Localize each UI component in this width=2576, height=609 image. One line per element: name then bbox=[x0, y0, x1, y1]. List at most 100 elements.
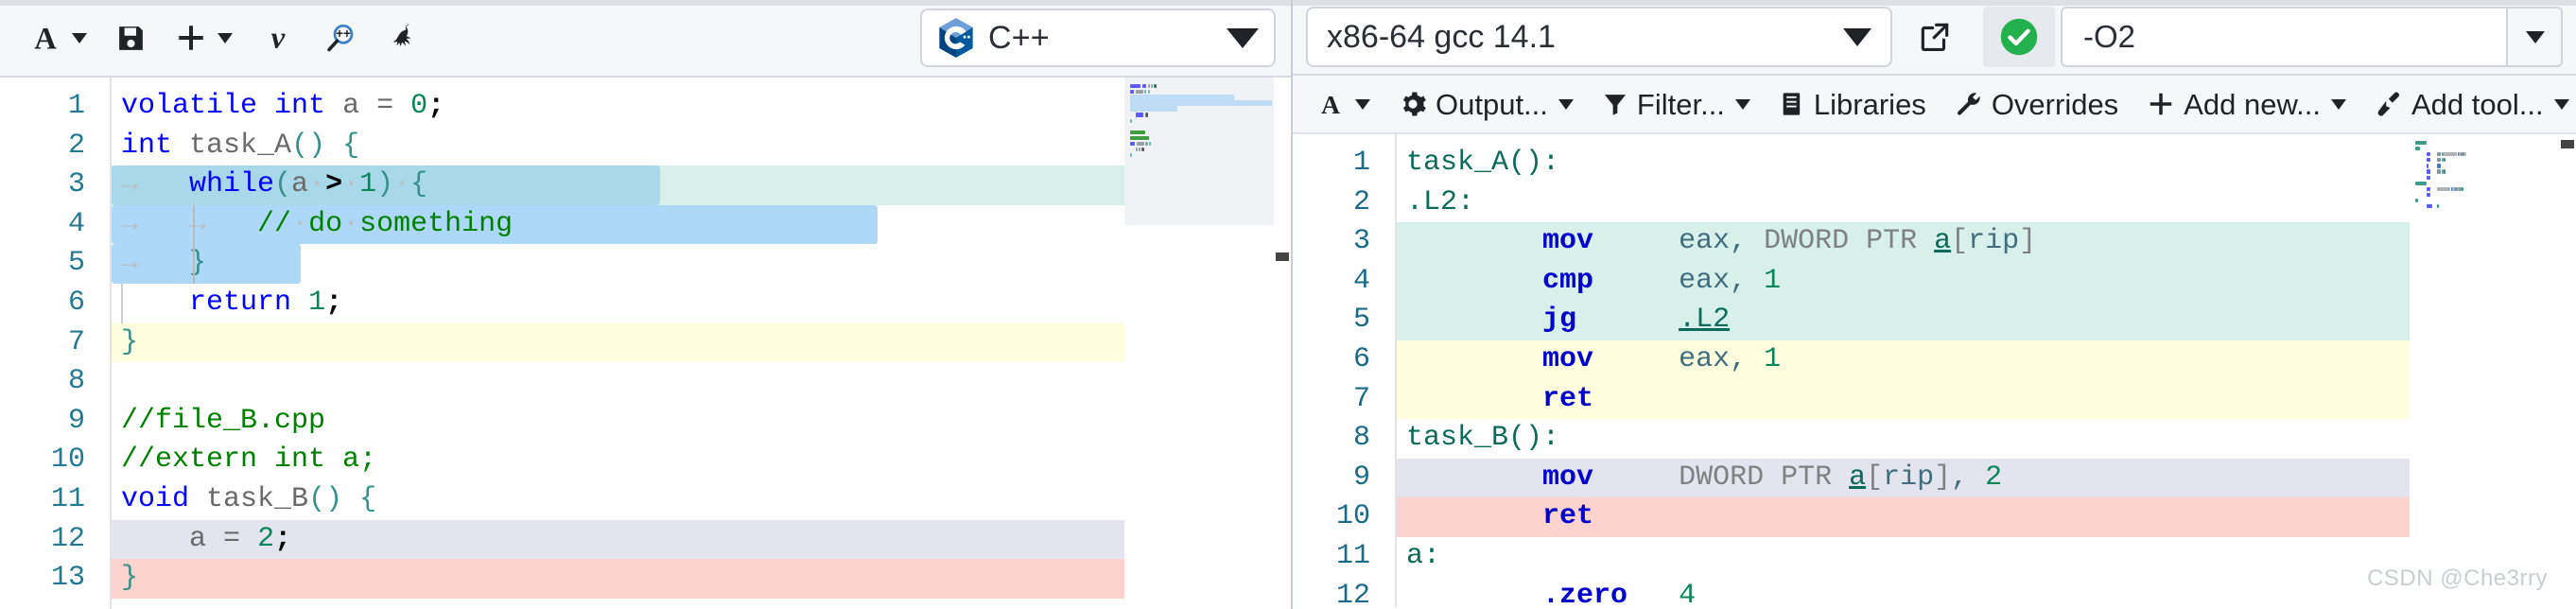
code-line[interactable]: //file_B.cpp bbox=[112, 402, 1291, 442]
compiler-options-dropdown-button[interactable] bbox=[2508, 7, 2563, 67]
assembly-line-number-gutter: 1 2 3 4 5 6 7 8 9 10 11 12 bbox=[1293, 134, 1397, 607]
code-line[interactable]: volatile int a = 0; bbox=[112, 87, 1291, 127]
code-text: return 1; bbox=[189, 286, 343, 319]
font-size-button[interactable]: A bbox=[15, 14, 101, 61]
code-line[interactable]: ret bbox=[1397, 497, 2576, 537]
compiler-options-input[interactable]: -O2 bbox=[2061, 7, 2508, 67]
code-line[interactable]: a: bbox=[1397, 537, 2576, 577]
minimap-token bbox=[2437, 164, 2442, 168]
code-line[interactable]: task_B(): bbox=[1397, 419, 2576, 459]
minimap-token bbox=[2415, 198, 2418, 203]
line-number: 8 bbox=[67, 365, 85, 398]
minimap-token bbox=[2462, 186, 2464, 191]
assembly-code-lines[interactable]: task_A(): .L2: mov eax, DWORD PTR a[rip] … bbox=[1397, 134, 2576, 607]
compiler-select[interactable]: x86-64 gcc 14.1 bbox=[1306, 7, 1892, 67]
source-scrollbar[interactable] bbox=[1274, 78, 1291, 609]
external-link-icon bbox=[1917, 19, 1953, 55]
minimap-token bbox=[1142, 148, 1145, 152]
options-button-filter[interactable]: Filter... bbox=[1588, 82, 1765, 127]
minimap-token bbox=[1138, 148, 1140, 152]
minimap-line bbox=[1130, 152, 1291, 158]
font-size-icon: A bbox=[1316, 90, 1345, 118]
compiler-select-value: x86-64 gcc 14.1 bbox=[1327, 18, 1556, 55]
save-icon bbox=[115, 23, 147, 54]
options-button-a[interactable]: AA bbox=[1302, 82, 1384, 126]
line-number: 9 bbox=[1352, 461, 1370, 494]
line-number: 7 bbox=[1352, 382, 1370, 415]
line-number: 6 bbox=[67, 286, 85, 319]
code-line[interactable] bbox=[112, 362, 1291, 402]
code-line[interactable]: → while(a·>·1)·{ bbox=[112, 165, 1291, 205]
code-text: volatile int a = 0; bbox=[121, 90, 445, 122]
options-button-add-new[interactable]: Add new... bbox=[2132, 82, 2360, 127]
code-line[interactable]: //extern int a; bbox=[112, 441, 1291, 480]
minimap-token bbox=[1147, 90, 1150, 95]
options-button-overrides[interactable]: Overrides bbox=[1941, 82, 2132, 127]
minimap-token bbox=[2444, 158, 2446, 163]
minimap-token bbox=[2415, 141, 2428, 146]
code-text: //extern int a; bbox=[121, 444, 377, 477]
source-code-lines[interactable]: volatile int a = 0; int task_A() {→ while… bbox=[112, 78, 1291, 609]
minimap-token bbox=[2426, 169, 2430, 174]
svg-text:A: A bbox=[34, 22, 57, 54]
save-button[interactable] bbox=[101, 15, 161, 61]
assembly-scrollbar[interactable] bbox=[2559, 134, 2576, 607]
code-line[interactable]: } bbox=[112, 322, 1291, 363]
minimap-selection bbox=[1130, 106, 1177, 113]
assembly-minimap[interactable] bbox=[2410, 134, 2576, 607]
code-line[interactable]: } bbox=[112, 559, 1291, 599]
minimap-token bbox=[1135, 113, 1143, 117]
line-number: 6 bbox=[1352, 342, 1370, 375]
font-size-icon: A bbox=[29, 22, 61, 54]
quick-bench-button[interactable] bbox=[372, 13, 434, 62]
plus-icon bbox=[175, 22, 207, 54]
code-text: } bbox=[121, 325, 139, 358]
options-button-label: Output... bbox=[1436, 87, 1548, 121]
options-button-libraries[interactable]: Libraries bbox=[1765, 82, 1941, 127]
options-button-label: Libraries bbox=[1813, 87, 1926, 121]
code-line[interactable]: mov eax, DWORD PTR a[rip] bbox=[1397, 222, 2576, 262]
gear-icon bbox=[1399, 90, 1427, 118]
source-editor-pane: A v ++ C++ 1 2 3 4 5 6 7 8 9 10 11 12 13… bbox=[0, 0, 1293, 609]
line-number: 1 bbox=[67, 90, 85, 122]
source-editor-toolbar: A v ++ C++ bbox=[0, 0, 1291, 78]
source-minimap[interactable] bbox=[1124, 78, 1291, 609]
code-line[interactable]: .L2: bbox=[1397, 183, 2576, 223]
add-new-button[interactable] bbox=[161, 14, 247, 61]
code-line[interactable]: .zero 4 bbox=[1397, 577, 2576, 607]
wrench-icon bbox=[1955, 90, 1983, 118]
minimap-token bbox=[1130, 141, 1136, 147]
line-number: 3 bbox=[67, 168, 85, 201]
chevron-down-icon bbox=[2330, 98, 2346, 110]
compiler-toolbar: x86-64 gcc 14.1 -O2 bbox=[1293, 0, 2576, 76]
code-line[interactable]: return 1; bbox=[112, 284, 1291, 323]
code-line[interactable]: int task_A() { bbox=[112, 127, 1291, 166]
minimap-token bbox=[2437, 152, 2442, 157]
code-line[interactable]: mov eax, 1 bbox=[1397, 339, 2576, 380]
vim-mode-button[interactable]: v bbox=[247, 13, 309, 62]
options-button-output[interactable]: Output... bbox=[1384, 82, 1588, 127]
minimap-token bbox=[1130, 130, 1146, 134]
quick-bench-ostrich-icon bbox=[386, 21, 420, 55]
code-line[interactable]: jg .L2 bbox=[1397, 301, 2576, 340]
assembly-code-area[interactable]: 1 2 3 4 5 6 7 8 9 10 11 12 task_A(): .L2: mov eax, D… bbox=[1293, 134, 2576, 607]
code-line[interactable]: ret bbox=[1397, 379, 2576, 420]
code-line[interactable]: a = 2; bbox=[112, 519, 1291, 560]
source-code-area[interactable]: 1 2 3 4 5 6 7 8 9 10 11 12 13 volatile int a = 0; int… bbox=[0, 78, 1291, 609]
code-line[interactable]: cmp eax, 1 bbox=[1397, 261, 2576, 302]
code-line[interactable]: task_A(): bbox=[1397, 144, 2576, 183]
line-number: 8 bbox=[1352, 422, 1370, 455]
popout-compiler-button[interactable] bbox=[1892, 19, 1977, 55]
minimap-token bbox=[2426, 158, 2430, 163]
options-button-add-tool[interactable]: Add tool... bbox=[2360, 82, 2576, 127]
minimap-token bbox=[2437, 169, 2442, 174]
language-select[interactable]: C++ bbox=[920, 9, 1276, 67]
chevron-down-icon bbox=[1558, 98, 1574, 110]
code-line[interactable]: void task_B() { bbox=[112, 480, 1291, 520]
minimap-token bbox=[1143, 90, 1147, 95]
line-highlight-pink bbox=[112, 559, 1180, 599]
chevron-down-icon bbox=[1843, 27, 1871, 46]
cppinsights-button[interactable]: ++ bbox=[309, 13, 372, 62]
toolbar-top-border bbox=[0, 0, 1291, 6]
code-line[interactable]: mov DWORD PTR a[rip], 2 bbox=[1397, 458, 2576, 498]
